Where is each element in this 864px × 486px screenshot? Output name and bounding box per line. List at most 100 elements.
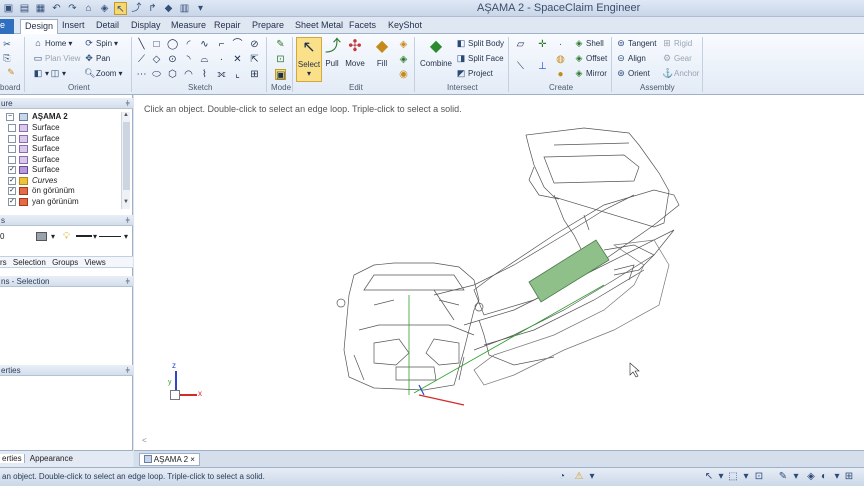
visibility-checkbox[interactable] bbox=[8, 145, 16, 153]
close-icon[interactable]: × bbox=[190, 455, 195, 464]
dropdown-arrow-icon[interactable]: ▾ bbox=[715, 471, 727, 483]
fillet-tool-icon[interactable]: ⌐ bbox=[216, 39, 227, 50]
copy-icon[interactable]: ⎘ bbox=[2, 54, 12, 63]
sweep-arc-icon[interactable]: ◠ bbox=[183, 69, 194, 80]
scale-grid-icon[interactable]: ⊞ bbox=[249, 69, 260, 80]
tangent-line-icon[interactable]: ⟋ bbox=[136, 54, 147, 65]
origin-icon[interactable]: ⊥ bbox=[537, 61, 548, 72]
line-style-icon[interactable] bbox=[76, 235, 92, 237]
3d-viewport[interactable]: Click an object. Double-click to select … bbox=[134, 95, 864, 450]
progress-icon[interactable]: ◔ bbox=[556, 471, 568, 483]
tangent-button[interactable]: ⊜ Tangent bbox=[616, 39, 656, 49]
box-select-icon[interactable]: ⬚ bbox=[727, 471, 739, 483]
redo-icon[interactable]: ↷ bbox=[66, 2, 79, 15]
tab-appearance[interactable]: Appearance bbox=[27, 454, 76, 463]
pen-icon[interactable]: ✎ bbox=[777, 471, 789, 483]
spin-button[interactable]: ⟳ Spin ▾ bbox=[84, 39, 118, 49]
visibility-checkbox[interactable]: ✓ bbox=[8, 176, 16, 185]
visibility-checkbox[interactable] bbox=[8, 155, 16, 164]
visibility-checkbox[interactable] bbox=[8, 134, 16, 143]
select-button[interactable]: ↖ Select ▾ bbox=[296, 37, 322, 82]
view-mode-button[interactable]: ◫ ▾ bbox=[50, 69, 66, 79]
sphere-icon[interactable]: ● bbox=[555, 69, 566, 80]
tab-properties[interactable]: erties bbox=[0, 454, 25, 463]
combine-button[interactable]: ◆ Combine bbox=[419, 37, 453, 68]
replace-icon[interactable]: ◈ bbox=[398, 39, 409, 50]
visibility-checkbox[interactable]: ✓ bbox=[8, 197, 16, 206]
split-face-button[interactable]: ◨ Split Face bbox=[456, 54, 504, 64]
tab-detail[interactable]: Detail bbox=[92, 19, 123, 34]
line-tool-icon[interactable]: ╲ bbox=[136, 39, 147, 50]
move-button[interactable]: ✣ Move bbox=[343, 37, 367, 68]
project-button[interactable]: ◩ Project bbox=[456, 69, 493, 79]
shading-icon[interactable]: ◐ bbox=[818, 471, 830, 483]
warning-icon[interactable]: ⚠ bbox=[573, 471, 585, 483]
section-mode-icon[interactable]: ⊡ bbox=[275, 54, 286, 65]
home-icon[interactable]: ⌂ bbox=[82, 2, 95, 15]
pan-button[interactable]: ✥ Pan bbox=[84, 54, 110, 64]
plane-icon[interactable]: ▱ bbox=[515, 39, 526, 50]
pin-icon[interactable]: ǂ bbox=[125, 215, 130, 226]
plan-view-button[interactable]: ▭ Plan View bbox=[33, 54, 81, 64]
spline-tool-icon[interactable]: ∿ bbox=[199, 39, 210, 50]
blend-icon[interactable]: ◉ bbox=[398, 69, 409, 80]
pull-button[interactable]: ⤴ Pull bbox=[322, 37, 342, 68]
tab-groups[interactable]: Groups bbox=[52, 258, 78, 267]
tab-keyshot[interactable]: KeyShot bbox=[384, 19, 426, 34]
cylinder-icon[interactable]: ◍ bbox=[555, 54, 566, 65]
expand-toggle[interactable]: − bbox=[6, 113, 14, 121]
sketch-mode-icon[interactable]: ✎ bbox=[275, 39, 286, 50]
zoom-button[interactable]: 🔍︎ Zoom ▾ bbox=[84, 69, 122, 79]
tab-selection[interactable]: Selection bbox=[13, 258, 46, 267]
offset-button[interactable]: ◈ Offset bbox=[574, 54, 608, 64]
tab-sheet-metal[interactable]: Sheet Metal bbox=[291, 19, 347, 34]
collapse-chevron[interactable]: < bbox=[142, 436, 147, 445]
combine-icon[interactable]: ◆ bbox=[162, 2, 175, 15]
circle-tool-icon[interactable]: ◯ bbox=[167, 39, 178, 50]
line-weight-icon[interactable] bbox=[99, 236, 121, 237]
line-axis-icon[interactable]: ⟍ bbox=[515, 61, 526, 72]
view-options-icon[interactable]: ⊞ bbox=[843, 471, 855, 483]
visibility-checkbox[interactable]: ✓ bbox=[8, 187, 16, 195]
scroll-up-icon[interactable]: ▲ bbox=[123, 112, 129, 118]
select-mode-icon[interactable]: ↖ bbox=[703, 471, 715, 483]
home-button[interactable]: ⌂ Home ▾ bbox=[33, 39, 72, 49]
move-icon[interactable]: ↱ bbox=[146, 2, 159, 15]
visibility-checkbox[interactable] bbox=[8, 124, 16, 132]
save-icon[interactable]: ▦ bbox=[34, 2, 47, 15]
paste-icon[interactable]: ✂ bbox=[2, 40, 12, 49]
dropdown-arrow-icon[interactable]: ▾ bbox=[51, 229, 55, 244]
tab-display[interactable]: Display bbox=[127, 19, 165, 34]
move-grid-icon[interactable]: ⇱ bbox=[249, 54, 260, 65]
structure-scrollbar[interactable]: ▲ ▼ bbox=[121, 112, 130, 209]
layer-color-swatch[interactable] bbox=[36, 232, 47, 241]
mirror-button[interactable]: ◈ Mirror bbox=[574, 69, 607, 79]
rigid-button[interactable]: ⊞ Rigid bbox=[662, 39, 692, 49]
ellipse-icon[interactable]: ⬭ bbox=[151, 69, 162, 80]
gear-button[interactable]: ⚙ Gear bbox=[662, 54, 692, 64]
dropdown-arrow-icon[interactable]: ▾ bbox=[124, 229, 128, 244]
offset-curve-icon[interactable]: ⌒ bbox=[232, 39, 243, 50]
visibility-checkbox[interactable]: ✓ bbox=[8, 166, 16, 174]
trim-tool-icon[interactable]: ⊘ bbox=[249, 39, 260, 50]
three-point-rect-icon[interactable]: ◇ bbox=[151, 54, 162, 65]
select-tool-icon[interactable]: ↖ bbox=[114, 2, 127, 15]
new-icon[interactable]: ▣ bbox=[2, 2, 15, 15]
tangent-arc-icon[interactable]: ◝ bbox=[183, 54, 194, 65]
display-icon[interactable]: ◈ bbox=[98, 2, 111, 15]
tab-prepare[interactable]: Prepare bbox=[248, 19, 288, 34]
dropdown-arrow-icon[interactable]: ▾ bbox=[93, 229, 97, 244]
shell-button[interactable]: ◈ Shell bbox=[574, 39, 604, 49]
scroll-down-icon[interactable]: ▼ bbox=[123, 199, 129, 205]
dropdown-arrow-icon[interactable]: ▾ bbox=[831, 471, 843, 483]
pin-icon[interactable]: ǂ bbox=[125, 98, 130, 109]
3d-mode-icon[interactable]: ▣ bbox=[275, 69, 286, 81]
pin-icon[interactable]: ǂ bbox=[125, 276, 130, 287]
pull-icon[interactable]: ⤴ bbox=[130, 2, 143, 15]
anchor-button[interactable]: ⚓ Anchor bbox=[662, 69, 699, 79]
file-tab[interactable]: e bbox=[0, 19, 14, 34]
scroll-thumb[interactable] bbox=[123, 122, 130, 190]
open-icon[interactable]: ▤ bbox=[18, 2, 31, 15]
fill-button[interactable]: ◆ Fill bbox=[370, 37, 394, 68]
point-icon[interactable]: · bbox=[216, 54, 227, 65]
